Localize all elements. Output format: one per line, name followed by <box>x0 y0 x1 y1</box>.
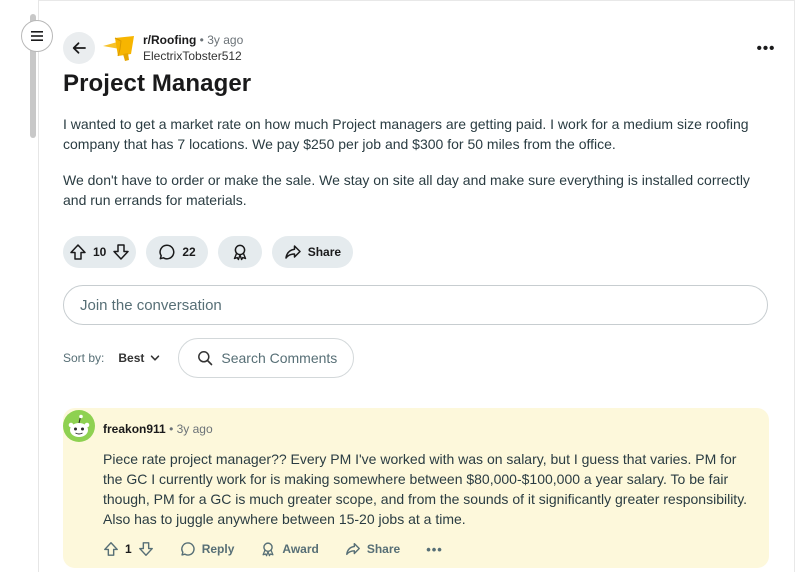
award-label: Award <box>282 542 319 556</box>
downvote-icon[interactable] <box>138 541 154 557</box>
comment-share-button[interactable]: Share <box>345 541 400 557</box>
back-button[interactable] <box>63 32 95 64</box>
menu-icon <box>31 31 43 41</box>
reply-button[interactable]: Reply <box>180 541 235 557</box>
share-button[interactable]: Share <box>271 236 354 268</box>
search-comments-input[interactable]: Search Comments <box>178 338 355 378</box>
comment-share-label: Share <box>366 542 401 556</box>
comment-more-button[interactable]: ••• <box>426 542 443 557</box>
chevron-down-icon <box>151 355 160 361</box>
subreddit-avatar[interactable] <box>101 32 137 64</box>
comment-icon <box>158 243 176 261</box>
sort-value: Best <box>118 351 145 365</box>
post-action-bar: 10 22 Share <box>63 236 354 268</box>
vote-control: 10 <box>63 236 137 268</box>
post-header: r/Roofing • 3y ago ElectrixTobster512 ••… <box>63 32 778 66</box>
award-icon <box>262 542 274 557</box>
menu-button[interactable] <box>21 20 53 52</box>
comment-icon <box>180 542 195 556</box>
comment-count: 22 <box>182 245 196 259</box>
top-border <box>0 0 795 1</box>
downvote-icon[interactable] <box>112 243 130 261</box>
award-button[interactable] <box>217 236 262 268</box>
subreddit-link[interactable]: r/Roofing <box>143 33 196 47</box>
comment-vote-control: 1 <box>103 541 154 557</box>
post-more-button[interactable]: ••• <box>754 38 778 58</box>
post-meta: r/Roofing • 3y ago ElectrixTobster512 <box>143 33 243 64</box>
share-icon <box>284 243 302 261</box>
post-paragraph: We don't have to order or make the sale.… <box>63 172 750 208</box>
snoo-avatar[interactable] <box>63 410 95 442</box>
post-body: I wanted to get a market rate on how muc… <box>63 114 763 226</box>
search-placeholder: Search Comments <box>221 350 338 366</box>
upvote-icon[interactable] <box>103 541 119 557</box>
share-label: Share <box>307 245 342 259</box>
sort-label: Sort by: <box>63 351 105 365</box>
comment-vote-count: 1 <box>125 542 132 556</box>
comment-author[interactable]: freakon911 <box>103 422 166 436</box>
composer-placeholder: Join the conversation <box>80 296 222 314</box>
sort-dropdown[interactable]: Best <box>118 351 160 365</box>
comment-meta: freakon911 • 3y ago <box>103 422 213 436</box>
comment-age: 3y ago <box>176 422 213 436</box>
meta-separator: • <box>199 33 204 47</box>
award-icon <box>231 243 249 261</box>
back-arrow-icon <box>72 42 86 54</box>
vote-count: 10 <box>93 245 107 259</box>
post-age: 3y ago <box>207 33 244 47</box>
comment-action-bar: 1 Reply Award Share ••• <box>103 538 443 560</box>
comment-thread-item: freakon911 • 3y ago Piece rate project m… <box>63 408 769 568</box>
search-icon <box>198 351 213 366</box>
comment-meta-separator: • <box>169 422 174 436</box>
post-title: Project Manager <box>63 70 252 97</box>
more-icon: ••• <box>756 39 776 57</box>
post-paragraph: I wanted to get a market rate on how muc… <box>63 116 749 152</box>
upvote-icon[interactable] <box>69 243 87 261</box>
share-icon <box>345 542 360 556</box>
comment-composer[interactable]: Join the conversation <box>63 285 768 325</box>
reply-label: Reply <box>201 542 235 556</box>
comments-button[interactable]: 22 <box>146 236 208 268</box>
left-rail <box>0 0 39 572</box>
comment-award-button[interactable]: Award <box>260 541 319 557</box>
post-author[interactable]: ElectrixTobster512 <box>143 49 243 64</box>
sort-bar: Sort by: Best Search Comments <box>63 338 355 378</box>
comment-body: Piece rate project manager?? Every PM I'… <box>103 451 748 527</box>
